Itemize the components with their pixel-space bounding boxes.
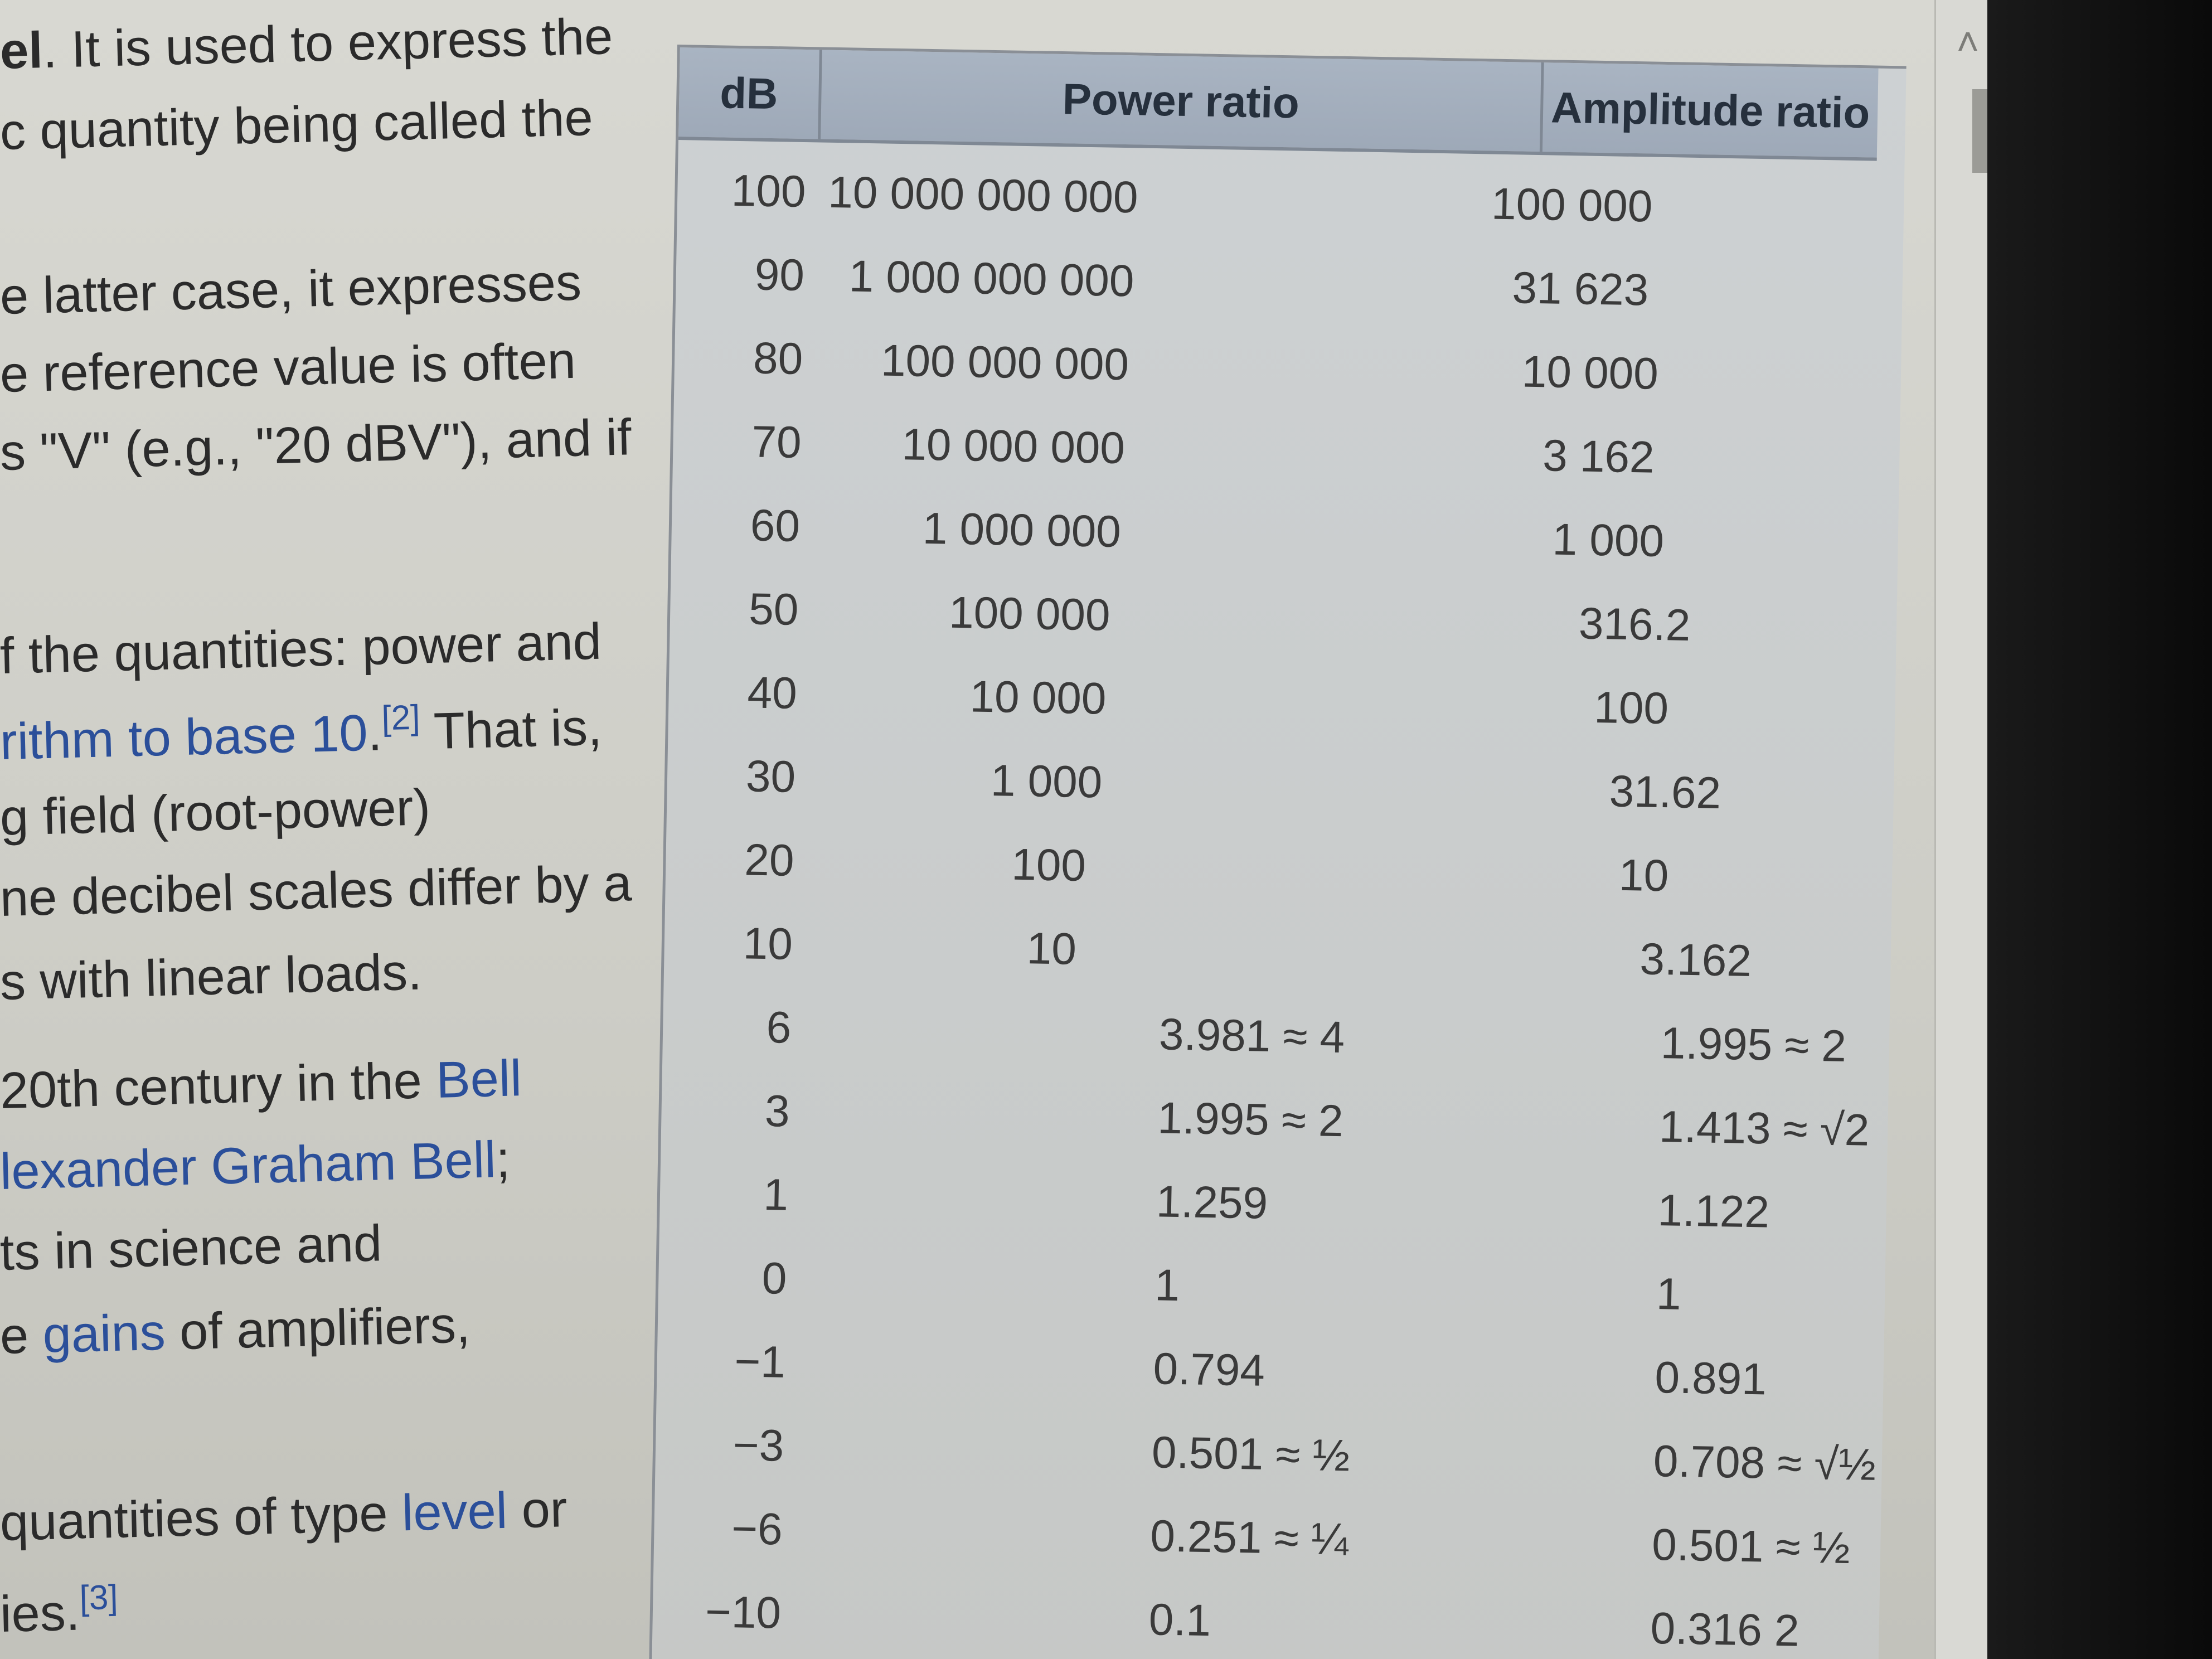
article-line: f the quantities: power and — [0, 613, 602, 686]
vertical-scrollbar[interactable] — [1934, 0, 1989, 1659]
cell-db: −10 — [705, 1587, 782, 1638]
screen: el. It is used to express the c quantity … — [0, 0, 2212, 1659]
article-line: 20th century in the Bell — [0, 1049, 522, 1120]
header-db[interactable]: dB — [678, 47, 819, 139]
article-text-span: quantities of type — [0, 1485, 403, 1551]
article-text-span: ts in science and — [0, 1215, 383, 1281]
cell-db: −6 — [731, 1503, 783, 1554]
cell-amplitude-ratio: 3 162 — [1542, 430, 1655, 482]
cell-amplitude-ratio: 10 — [1618, 850, 1670, 901]
cell-db: −1 — [734, 1336, 786, 1387]
scrollbar-thumb[interactable] — [1972, 89, 1988, 173]
cell-db: 3 — [764, 1086, 790, 1136]
article-text-span: . — [367, 704, 383, 761]
cell-amplitude-ratio: 31.62 — [1609, 766, 1721, 818]
cell-amplitude-ratio: 100 — [1593, 682, 1669, 734]
article-link[interactable]: lexander Graham Bell — [0, 1131, 497, 1200]
cell-power-ratio: 10 000 000 000 — [827, 167, 1139, 222]
article-text-span: g field (root-power) — [0, 779, 431, 846]
article-link[interactable]: rithm to base 10 — [0, 705, 368, 770]
article-text-span: of amplifiers, — [164, 1296, 471, 1361]
article-link[interactable]: Bell — [435, 1050, 522, 1109]
article-text-span: e reference value is often — [0, 332, 577, 403]
article-line: e gains of amplifiers, — [0, 1296, 471, 1366]
article-text-span: 20th century in the — [0, 1051, 437, 1119]
article-link[interactable]: level — [401, 1482, 508, 1542]
article-line: lexander Graham Bell; — [0, 1131, 511, 1201]
cell-amplitude-ratio: 100 000 — [1491, 178, 1653, 231]
cell-db: 0 — [761, 1253, 788, 1303]
article-text-span: ne decibel scales differ by a — [0, 855, 633, 927]
article-text-span: ies. — [0, 1584, 81, 1643]
cell-amplitude-ratio: 31 623 — [1511, 263, 1650, 315]
header-power-ratio[interactable]: Power ratio — [821, 50, 1541, 152]
cell-db: 80 — [753, 333, 803, 384]
cell-amplitude-ratio: 1 000 — [1551, 514, 1665, 566]
cell-db: 60 — [750, 500, 801, 551]
cell-db: 6 — [765, 1002, 792, 1052]
chevron-up-icon[interactable]: ˄ — [1951, 11, 1985, 72]
cell-db: −3 — [733, 1420, 784, 1471]
cell-db: 1 — [763, 1170, 789, 1220]
article-text-span: e — [0, 1307, 43, 1365]
cell-db: 100 — [731, 165, 807, 217]
article-text-span: . It is used to express the — [42, 8, 614, 79]
cell-db: 30 — [745, 751, 796, 802]
decibel-table: dB Power ratio Amplitude ratio 100 10 000… — [648, 45, 1907, 1659]
article-text-span: c quantity being called the — [0, 89, 594, 161]
screen-bezel — [1987, 0, 2212, 1659]
cell-power-ratio: 1 000 000 000 — [848, 251, 1135, 306]
article-line: ts in science and — [0, 1214, 382, 1282]
article-text-span: or — [506, 1481, 568, 1539]
cell-db: 50 — [748, 584, 799, 634]
article-line: rithm to base 10.[2] That is, — [0, 693, 603, 772]
reference-link[interactable]: [2] — [381, 698, 421, 738]
article-text-span: s with linear loads. — [0, 943, 423, 1011]
table-header: dB Power ratio Amplitude ratio — [678, 47, 1879, 161]
cell-amplitude-ratio: 316.2 — [1578, 598, 1691, 650]
cell-db: 10 — [743, 918, 793, 969]
article-text-span: That is, — [419, 698, 603, 760]
article-text-span: ; — [495, 1131, 511, 1189]
article-line: el. It is used to express the — [0, 7, 613, 81]
article-line: quantities of type level or — [0, 1480, 568, 1553]
reference-link[interactable]: [3] — [79, 1578, 119, 1618]
article-text: el. It is used to express the c quantity … — [0, 0, 669, 1659]
article-line: ies.[3] — [0, 1578, 119, 1644]
article-line: s with linear loads. — [0, 943, 423, 1012]
article-text-span: f the quantities: power and — [0, 613, 603, 685]
cell-db: 20 — [744, 835, 795, 885]
article-line: e reference value is often — [0, 332, 576, 404]
article-line: c quantity being called the — [0, 89, 594, 162]
cell-db: 70 — [751, 416, 802, 467]
cell-amplitude-ratio: 10 000 — [1521, 346, 1659, 399]
header-amplitude-ratio[interactable]: Amplitude ratio — [1542, 62, 1879, 157]
article-text-span: s "V" (e.g., "20 dBV"), and if — [0, 409, 632, 481]
cell-db: 90 — [754, 249, 805, 300]
cell-db: 40 — [746, 667, 798, 718]
article-text-span: e latter case, it expresses — [0, 254, 583, 325]
article-line: g field (root-power) — [0, 778, 431, 847]
article-line: ne decibel scales differ by a — [0, 854, 633, 928]
article-line: s "V" (e.g., "20 dBV"), and if — [0, 408, 632, 482]
bold-term: el — [0, 22, 43, 80]
article-line: e latter case, it expresses — [0, 254, 582, 326]
article-link[interactable]: gains — [42, 1304, 166, 1364]
